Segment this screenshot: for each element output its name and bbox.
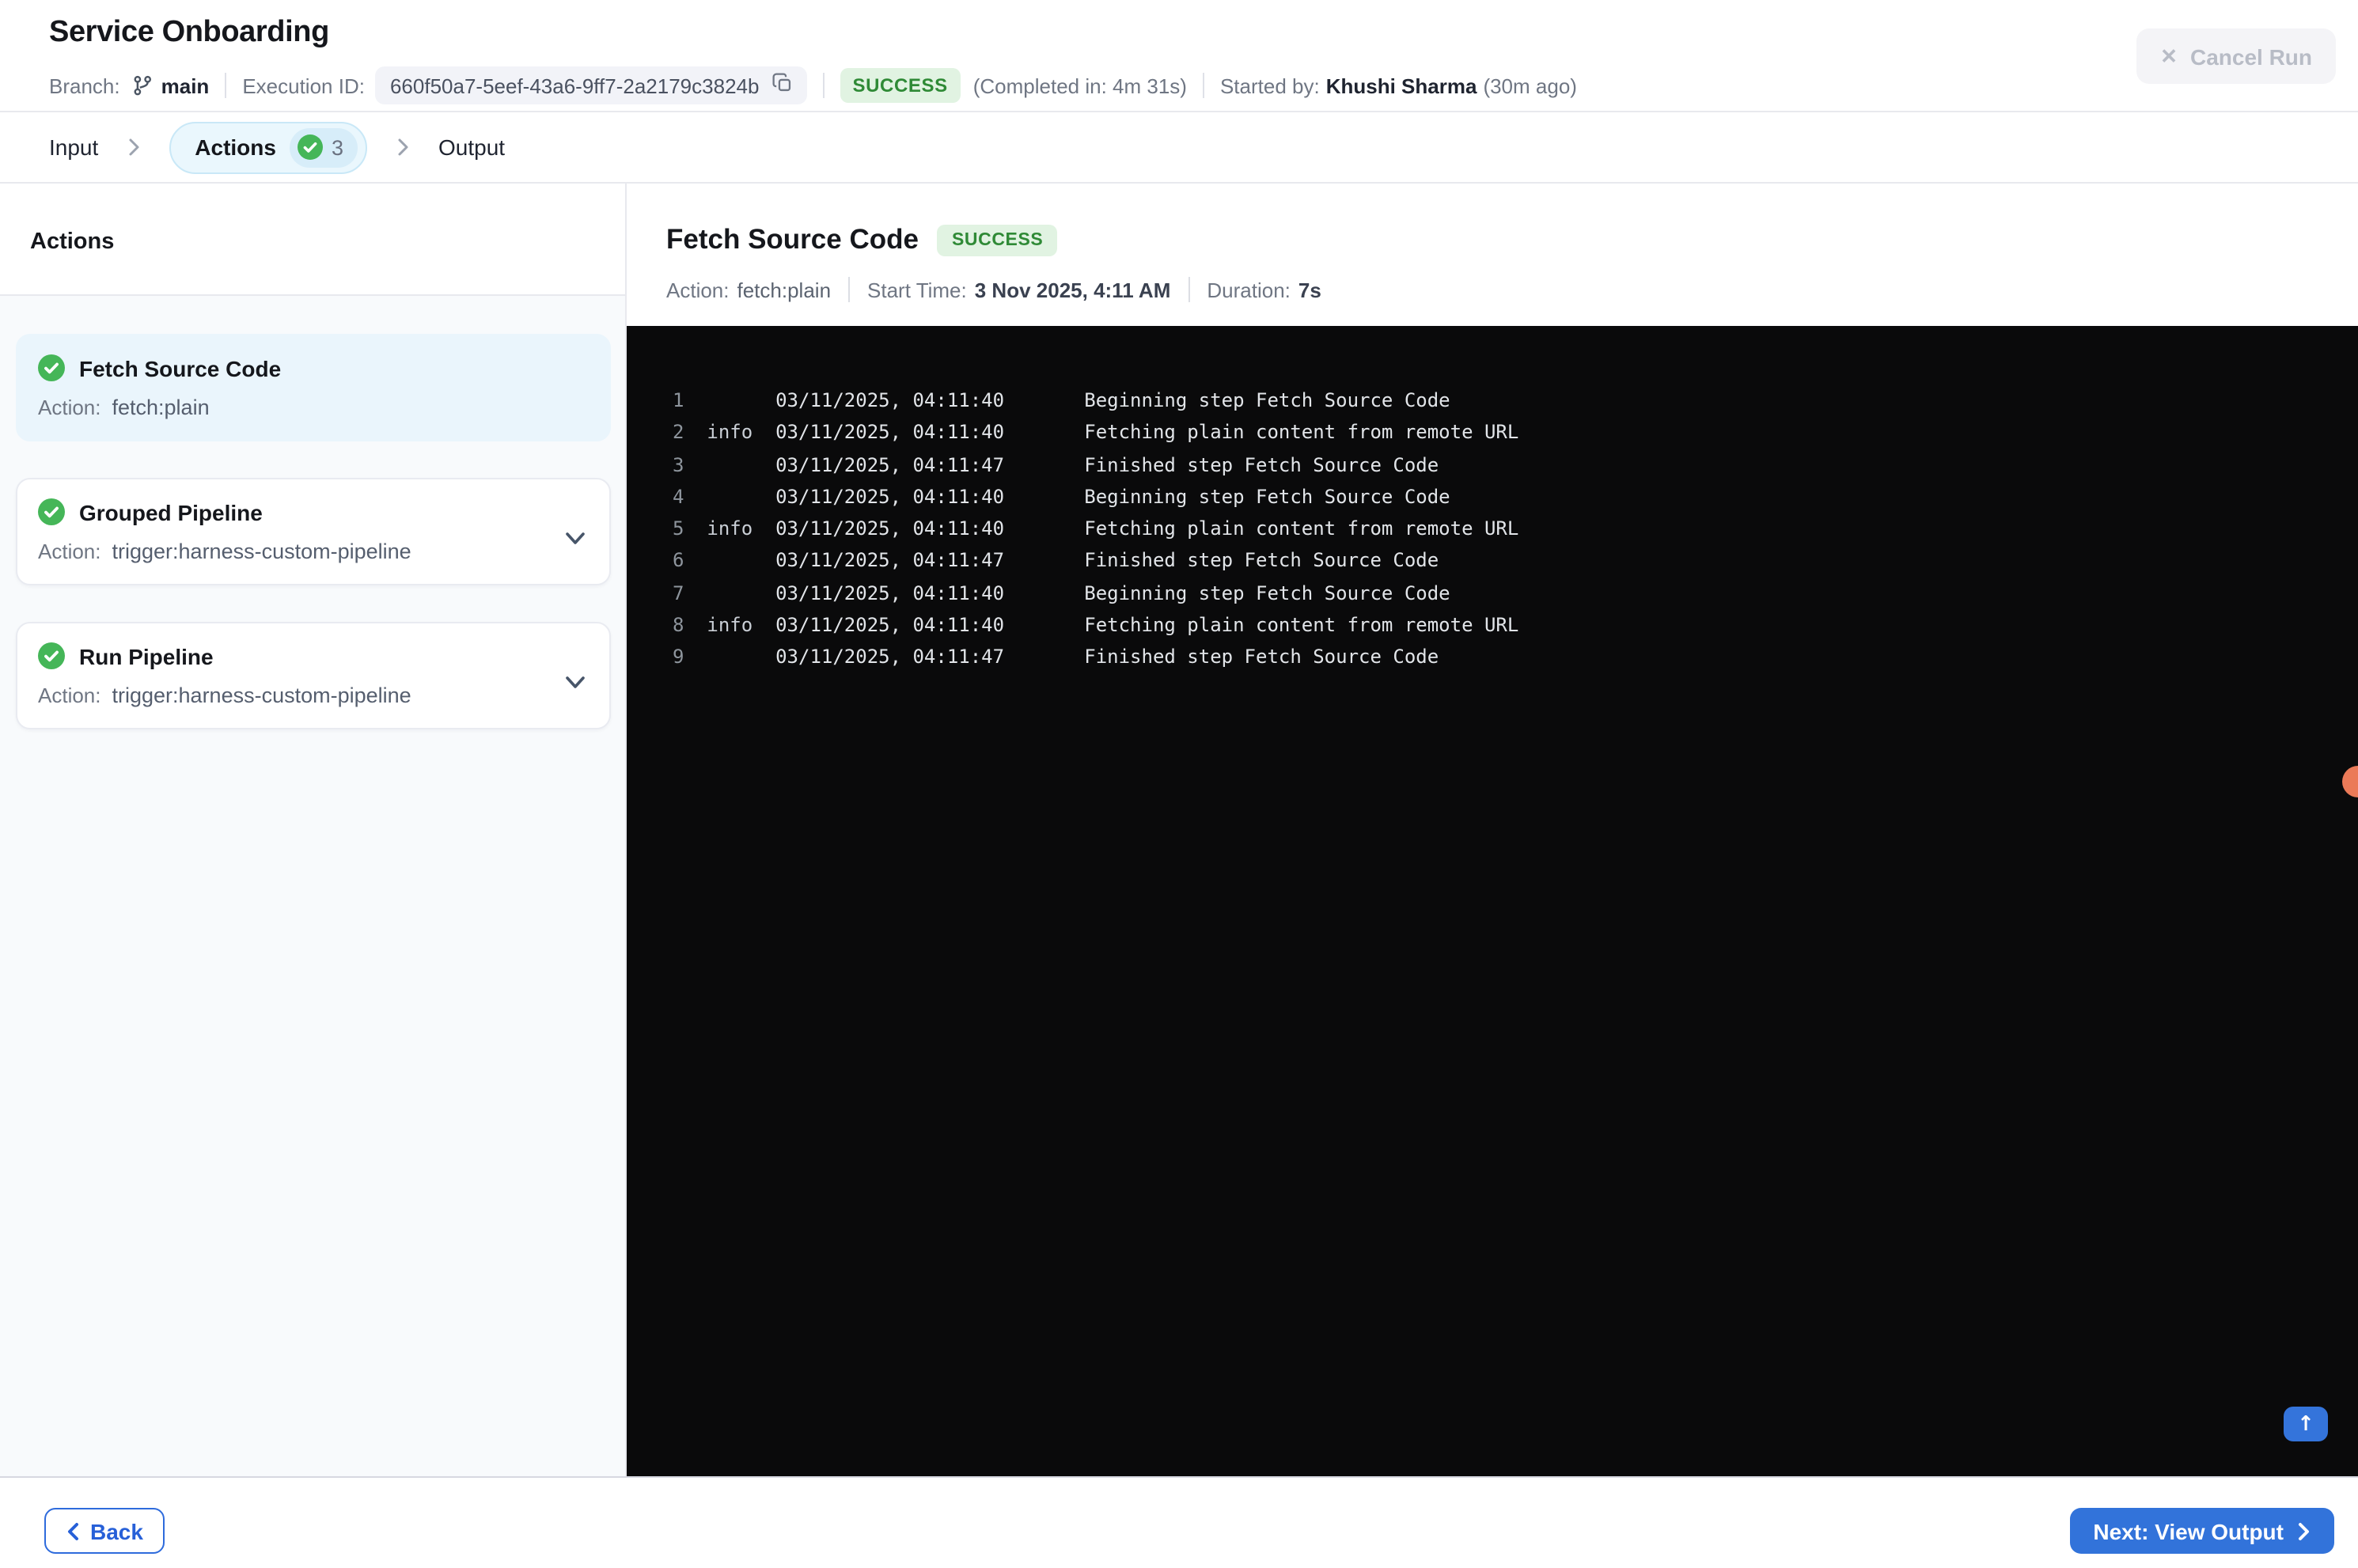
action-card-title: Fetch Source Code — [79, 355, 282, 381]
execution-id-chip: 660f50a7-5eef-43a6-9ff7-2a2179c3824b — [375, 66, 807, 104]
actions-sidebar: Actions Fetch Source Code Action: fetch:p… — [0, 184, 627, 1476]
copy-icon[interactable] — [771, 73, 792, 98]
sidebar-heading: Actions — [30, 229, 115, 255]
action-card-run-pipeline[interactable]: Run Pipeline Action: trigger:harness-cust… — [16, 622, 611, 729]
step-actions-label: Actions — [195, 134, 276, 160]
check-circle-icon — [38, 498, 65, 525]
page-header: Service Onboarding Branch: main Executio… — [0, 0, 2358, 112]
log-line: 5 info 03/11/2025, 04:11:40 Fetching pla… — [673, 517, 1519, 540]
log-line: 3 03/11/2025, 04:11:47 Finished step Fet… — [673, 453, 1439, 476]
arrow-up-icon: ↑ — [2297, 1412, 2314, 1436]
step-title: Fetch Source Code — [666, 223, 919, 255]
meta-divider — [848, 277, 851, 302]
step-actions-active[interactable]: Actions 3 — [169, 121, 367, 173]
step-detail-panel: Fetch Source Code SUCCESS Action: fetch:… — [627, 184, 2358, 1476]
actions-count: 3 — [331, 135, 343, 159]
close-icon: ✕ — [2160, 44, 2178, 68]
action-label: Action: — [38, 540, 101, 563]
footer-bar: Back Next: View Output — [0, 1476, 2358, 1568]
started-ago-text: (30m ago) — [1483, 74, 1577, 97]
action-value: trigger:harness-custom-pipeline — [112, 684, 411, 707]
step-input[interactable]: Input — [49, 134, 98, 160]
step-nav: Input Actions 3 Output — [0, 112, 2358, 184]
chevron-left-icon — [68, 1522, 78, 1540]
next-label: Next: View Output — [2093, 1518, 2284, 1543]
chevron-down-icon[interactable] — [565, 669, 586, 698]
back-label: Back — [90, 1518, 143, 1543]
action-card-title: Grouped Pipeline — [79, 499, 263, 525]
duration-value: 7s — [1298, 278, 1321, 301]
back-button[interactable]: Back — [44, 1508, 165, 1554]
completed-in-text: (Completed in: 4m 31s) — [972, 74, 1187, 97]
sidebar-action-list: Fetch Source Code Action: fetch:plain Gro… — [0, 296, 625, 1476]
step-detail-header: Fetch Source Code SUCCESS Action: fetch:… — [627, 184, 2358, 302]
log-line: 2 info 03/11/2025, 04:11:40 Fetching pla… — [673, 421, 1519, 444]
chevron-down-icon[interactable] — [565, 525, 586, 554]
start-time-value: 3 Nov 2025, 4:11 AM — [974, 278, 1171, 301]
scroll-to-top-button[interactable]: ↑ — [2284, 1407, 2328, 1441]
execution-id-value: 660f50a7-5eef-43a6-9ff7-2a2179c3824b — [389, 74, 760, 97]
git-branch-icon — [131, 74, 154, 97]
action-card-title: Run Pipeline — [79, 643, 214, 668]
started-by-label: Started by: — [1219, 74, 1320, 97]
chevron-right-icon — [396, 138, 410, 157]
log-line: 8 info 03/11/2025, 04:11:40 Fetching pla… — [673, 614, 1519, 637]
execution-id-label: Execution ID: — [242, 74, 365, 97]
edge-marker-dot — [2342, 766, 2358, 797]
meta-divider — [225, 73, 227, 98]
action-label: Action: — [38, 684, 101, 707]
log-line: 1 03/11/2025, 04:11:40 Beginning step Fe… — [673, 389, 1450, 411]
next-view-output-button[interactable]: Next: View Output — [2069, 1508, 2334, 1554]
chevron-right-icon — [2299, 1522, 2309, 1540]
execution-meta-row: Branch: main Execution ID: 660f50a7-5eef… — [49, 66, 1577, 104]
log-line: 6 03/11/2025, 04:11:47 Finished step Fet… — [673, 549, 1439, 572]
step-output[interactable]: Output — [438, 134, 505, 160]
step-status-badge: SUCCESS — [937, 224, 1058, 256]
action-value: fetch:plain — [112, 396, 210, 419]
branch-name: main — [161, 74, 210, 97]
duration-label: Duration: — [1207, 278, 1291, 301]
action-card-grouped-pipeline[interactable]: Grouped Pipeline Action: trigger:harness-… — [16, 478, 611, 585]
started-by-name: Khushi Sharma — [1325, 74, 1477, 97]
meta-divider — [1202, 73, 1204, 98]
page-title: Service Onboarding — [49, 16, 329, 49]
meta-divider — [822, 73, 825, 98]
run-status-badge: SUCCESS — [840, 68, 961, 103]
actions-count-pill: 3 — [290, 127, 358, 167]
step-action-label: Action: — [666, 278, 730, 301]
cancel-run-button[interactable]: ✕ Cancel Run — [2136, 28, 2336, 84]
log-output: 1 03/11/2025, 04:11:40 Beginning step Fe… — [627, 326, 2358, 673]
action-label: Action: — [38, 396, 101, 419]
meta-divider — [1188, 277, 1190, 302]
service-onboarding-page: Service Onboarding Branch: main Executio… — [0, 0, 2358, 1568]
start-time-label: Start Time: — [867, 278, 967, 301]
action-card-fetch-source-code[interactable]: Fetch Source Code Action: fetch:plain — [16, 334, 611, 441]
check-circle-icon — [38, 354, 65, 381]
log-line: 4 03/11/2025, 04:11:40 Beginning step Fe… — [673, 485, 1450, 508]
log-console: 1 03/11/2025, 04:11:40 Beginning step Fe… — [627, 326, 2358, 1476]
log-line: 7 03/11/2025, 04:11:40 Beginning step Fe… — [673, 581, 1450, 604]
cancel-run-label: Cancel Run — [2189, 44, 2312, 69]
action-value: trigger:harness-custom-pipeline — [112, 540, 411, 563]
step-action-value: fetch:plain — [737, 278, 832, 301]
branch-label: Branch: — [49, 74, 120, 97]
check-circle-icon — [38, 642, 65, 669]
chevron-right-icon — [127, 138, 141, 157]
log-line: 9 03/11/2025, 04:11:47 Finished step Fet… — [673, 646, 1439, 668]
step-meta-row: Action: fetch:plain Start Time: 3 Nov 20… — [666, 277, 2358, 302]
check-circle-icon — [298, 134, 324, 160]
